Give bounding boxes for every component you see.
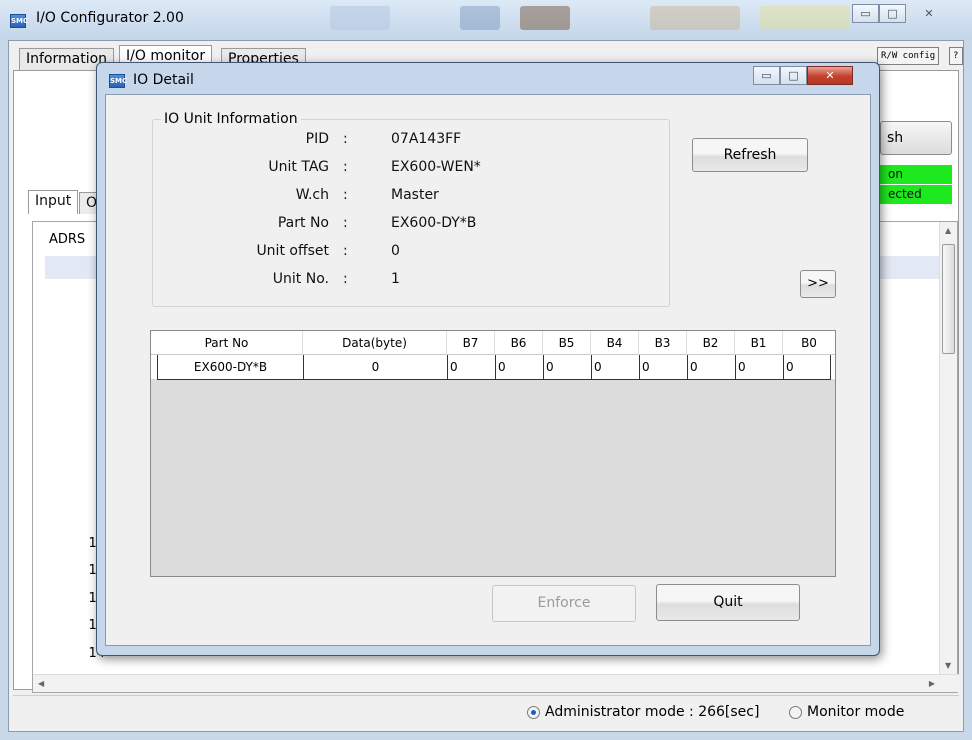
part-no-label: Part No [277,215,329,231]
scroll-right-icon[interactable]: ▶ [929,679,935,688]
tab-input[interactable]: Input [28,190,79,214]
colon: : [343,159,348,175]
column-header-b7: B7 [447,331,495,355]
window-title: I/O Configurator 2.00 [36,10,184,26]
dialog-close-button[interactable]: ✕ [807,66,853,85]
quit-button[interactable]: Quit [656,584,800,621]
dialog-title: IO Detail [133,72,194,88]
group-title: IO Unit Information [161,111,301,127]
dialog-minimize-button[interactable]: ▭ [753,66,780,85]
cell-data-byte[interactable]: 0 [303,355,447,380]
column-header-b4: B4 [591,331,639,355]
dialog-maximize-button[interactable]: □ [780,66,807,85]
column-header-b5: B5 [543,331,591,355]
cell-part-no: EX600-DY*B [157,355,303,380]
colon: : [343,187,348,203]
pid-value: 07A143FF [391,131,462,147]
dialog-window-controls: ▭ □ ✕ [753,66,853,85]
wch-value: Master [391,187,439,203]
io-data-table: Part No Data(byte) B7 B6 B5 B4 B3 B2 B1 … [150,330,836,577]
column-header-part-no: Part No [151,331,303,355]
rw-config-button[interactable]: R/W config [877,47,940,65]
colon: : [343,215,348,231]
unit-no-label: Unit No. [272,271,329,287]
scroll-thumb[interactable] [942,244,955,354]
io-unit-info-group: IO Unit Information PID : 07A143FF Unit … [152,111,670,307]
close-button[interactable]: ✕ [906,4,952,23]
unit-tag-value: EX600-WEN* [391,159,481,175]
blurred-background [330,6,390,30]
blurred-background [520,6,570,30]
cell-b5[interactable]: 0 [543,355,591,380]
main-title-bar[interactable]: SMC I/O Configurator 2.00 ▭ □ ✕ [0,0,972,40]
scroll-left-icon[interactable]: ◀ [38,679,44,688]
colon: : [343,271,348,287]
status-bar: Administrator mode : 266[sec] Monitor mo… [13,695,959,729]
admin-mode-label: Administrator mode : 266[sec] [545,704,760,720]
monitor-mode-radio[interactable] [789,706,802,719]
minimize-button[interactable]: ▭ [852,4,879,23]
cell-b0[interactable]: 0 [783,355,831,380]
admin-mode-radio[interactable] [527,706,540,719]
column-header-b6: B6 [495,331,543,355]
cell-b1[interactable]: 0 [735,355,783,380]
blurred-background [650,6,740,30]
connection-status-indicator: ected [880,185,952,204]
io-detail-dialog: SMC IO Detail ▭ □ ✕ IO Unit Information … [96,62,880,656]
monitor-mode-label: Monitor mode [807,704,905,720]
unit-offset-value: 0 [391,243,400,259]
scroll-down-icon[interactable]: ▼ [945,661,951,670]
help-button[interactable]: ? [949,47,963,65]
enforce-button[interactable]: Enforce [492,585,636,622]
cell-b2[interactable]: 0 [687,355,735,380]
colon: : [343,131,348,147]
dialog-client-area: IO Unit Information PID : 07A143FF Unit … [105,94,871,646]
grid-header-adrs: ADRS [49,232,86,247]
vertical-scrollbar[interactable]: ▲ ▼ [939,222,957,674]
maximize-button[interactable]: □ [879,4,906,23]
cell-b6[interactable]: 0 [495,355,543,380]
unit-no-value: 1 [391,271,400,287]
horizontal-scrollbar[interactable]: ◀ ▶ [33,674,959,692]
column-header-b0: B0 [801,336,817,350]
table-row[interactable]: EX600-DY*B 0 0 0 0 0 0 0 0 0 [151,355,835,380]
column-header-data-byte: Data(byte) [303,331,447,355]
pid-label: PID [305,131,329,147]
blurred-background [460,6,500,30]
app-icon: SMC [10,14,28,28]
refresh-button[interactable]: Refresh [692,138,808,172]
cell-b4[interactable]: 0 [591,355,639,380]
window-controls: ▭ □ ✕ [852,4,952,23]
column-header-b1: B1 [735,331,783,355]
cell-b7[interactable]: 0 [447,355,495,380]
dialog-app-icon: SMC [109,74,127,88]
cell-b3[interactable]: 0 [639,355,687,380]
monitor-refresh-button[interactable]: sh [880,121,952,155]
table-header: Part No Data(byte) B7 B6 B5 B4 B3 B2 B1 … [151,331,835,355]
column-header-b2: B2 [687,331,735,355]
part-no-value: EX600-DY*B [391,215,477,231]
scroll-up-icon[interactable]: ▲ [945,226,951,235]
wch-label: W.ch [295,187,329,203]
column-header-b3: B3 [639,331,687,355]
expand-button[interactable]: >> [800,270,836,298]
power-status-indicator: on [880,165,952,184]
colon: : [343,243,348,259]
unit-tag-label: Unit TAG [268,159,329,175]
unit-offset-label: Unit offset [256,243,329,259]
blurred-background [760,6,850,30]
